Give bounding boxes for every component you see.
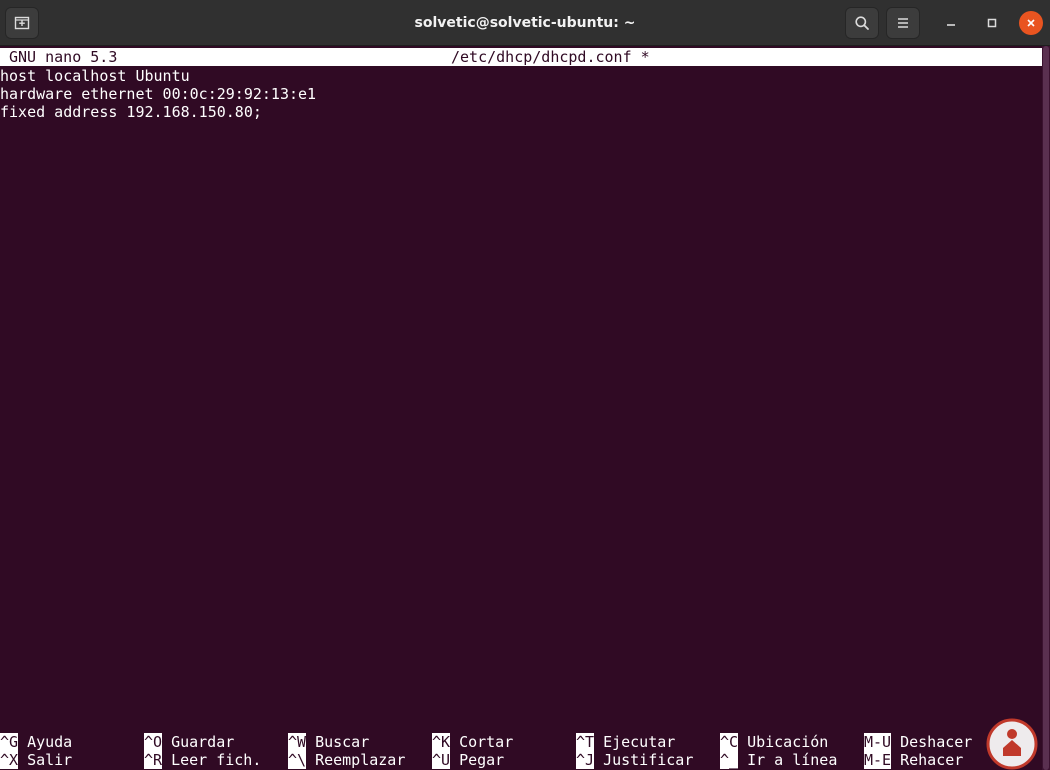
scrollbar-thumb[interactable]	[1043, 46, 1049, 770]
shortcut-key: M-E	[864, 751, 892, 769]
nano-version: GNU nano 5.3	[9, 48, 118, 66]
shortcut-label: Salir	[27, 751, 73, 769]
nano-header-bar: GNU nano 5.3 /etc/dhcp/dhcpd.conf *	[0, 48, 1042, 66]
close-button[interactable]	[1019, 11, 1043, 35]
new-tab-button[interactable]	[5, 7, 39, 39]
terminal-scrollbar[interactable]	[1042, 46, 1050, 770]
menu-button[interactable]	[886, 7, 920, 39]
title-bar[interactable]: solvetic@solvetic-ubuntu: ~	[0, 0, 1050, 46]
shortcut-key: ^X	[0, 751, 19, 769]
shortcut-label: Deshacer	[900, 733, 973, 751]
shortcut-label: Rehacer	[900, 751, 964, 769]
minimize-icon	[947, 24, 955, 26]
nano-filename: /etc/dhcp/dhcpd.conf *	[451, 48, 650, 66]
search-button[interactable]	[845, 7, 879, 39]
shortcut-search: ^W Buscar	[288, 733, 369, 751]
editor-line-3[interactable]: fixed address 192.168.150.80;	[0, 103, 262, 121]
new-tab-icon	[14, 16, 30, 30]
shortcut-replace: ^\ Reemplazar	[288, 751, 405, 769]
shortcut-key: ^G	[0, 733, 19, 751]
shortcut-save: ^O Guardar	[144, 733, 234, 751]
shortcut-label: Buscar	[315, 733, 370, 751]
shortcut-label: Leer fich.	[171, 751, 262, 769]
shortcut-key: ^J	[576, 751, 595, 769]
shortcut-label: Ir a línea	[747, 751, 838, 769]
maximize-button[interactable]	[980, 11, 1004, 35]
shortcut-label: Cortar	[459, 733, 514, 751]
solvetic-logo-icon	[986, 718, 1038, 770]
shortcut-key: ^T	[576, 733, 595, 751]
shortcut-key: ^\	[288, 751, 307, 769]
shortcut-label: Ejecutar	[603, 733, 676, 751]
shortcut-label: Guardar	[171, 733, 235, 751]
terminal-window: solvetic@solvetic-ubuntu: ~ GNU nano 5.3…	[0, 0, 1050, 770]
shortcut-label: Reemplazar	[315, 751, 406, 769]
shortcut-paste: ^U Pegar	[432, 751, 504, 769]
shortcut-key: ^U	[432, 751, 451, 769]
close-icon	[1027, 19, 1035, 27]
maximize-icon	[987, 18, 997, 28]
shortcut-key: ^R	[144, 751, 163, 769]
shortcut-cut: ^K Cortar	[432, 733, 513, 751]
shortcut-key: ^C	[720, 733, 739, 751]
editor-line-1[interactable]: host localhost Ubuntu	[0, 67, 190, 85]
shortcut-label: Pegar	[459, 751, 505, 769]
shortcut-justify: ^J Justificar	[576, 751, 693, 769]
shortcut-location: ^C Ubicación	[720, 733, 828, 751]
editor-line-2[interactable]: hardware ethernet 00:0c:29:92:13:e1	[0, 85, 316, 103]
minimize-button[interactable]	[939, 11, 963, 35]
shortcut-label: Ubicación	[747, 733, 829, 751]
shortcut-redo: M-E Rehacer	[864, 751, 963, 769]
shortcut-undo: M-U Deshacer	[864, 733, 972, 751]
shortcut-execute: ^T Ejecutar	[576, 733, 675, 751]
search-icon	[855, 16, 869, 30]
shortcut-key: ^O	[144, 733, 163, 751]
shortcut-key: ^K	[432, 733, 451, 751]
shortcut-key: ^_	[720, 751, 739, 769]
shortcut-exit: ^X Salir	[0, 751, 72, 769]
terminal-area[interactable]: GNU nano 5.3 /etc/dhcp/dhcpd.conf * host…	[0, 46, 1042, 770]
shortcut-label: Justificar	[603, 751, 694, 769]
shortcut-read-file: ^R Leer fich.	[144, 751, 261, 769]
hamburger-menu-icon	[898, 18, 908, 28]
shortcut-label: Ayuda	[27, 733, 73, 751]
shortcut-goto-line: ^_ Ir a línea	[720, 751, 837, 769]
shortcut-help: ^G Ayuda	[0, 733, 72, 751]
shortcut-key: M-U	[864, 733, 892, 751]
shortcut-key: ^W	[288, 733, 307, 751]
